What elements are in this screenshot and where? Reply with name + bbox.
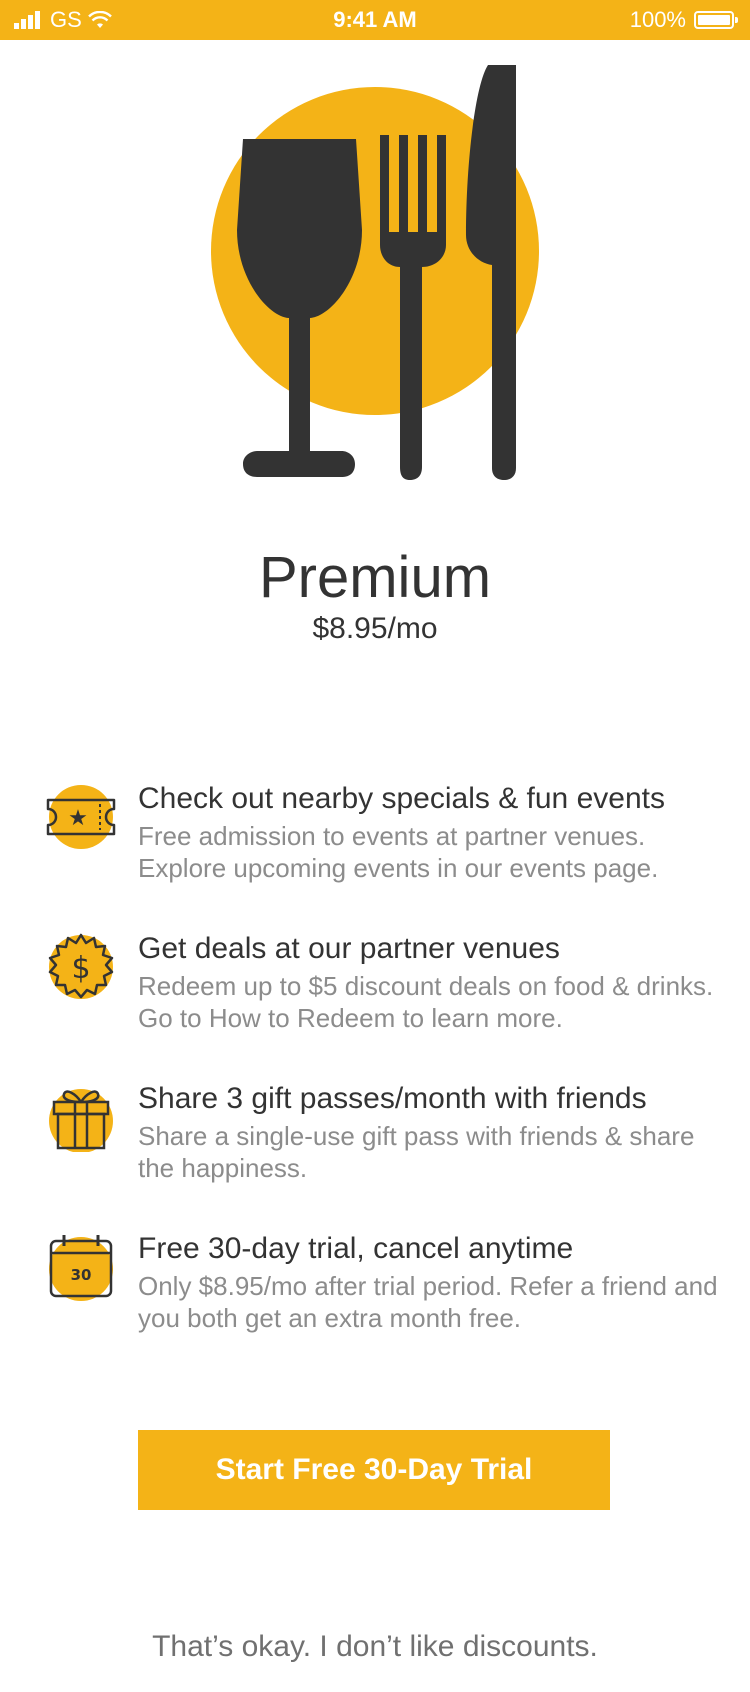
feature-title: Free 30-day trial, cancel anytime [138,1232,574,1265]
wine-glass-fork-knife-icon [211,65,539,480]
feature-description: Only $8.95/mo after trial period. Refer … [138,1271,718,1333]
svg-text:★: ★ [68,806,88,831]
gift-icon [49,1089,113,1152]
ticket-star-icon: ★ [46,785,116,849]
svg-text:$: $ [71,951,90,986]
list-item: $ Get deals at our partner venues Redeem… [0,930,750,1050]
list-item: Share 3 gift passes/month with friends S… [0,1080,750,1200]
status-bar: GS 9:41 AM 100% [0,0,750,40]
calendar-icon: 30 [49,1235,113,1301]
feature-description: Share a single-use gift pass with friend… [138,1121,695,1183]
feature-description: Free admission to events at partner venu… [138,821,659,883]
battery-percent: 100% [629,7,686,32]
start-trial-button[interactable]: Start Free 30-Day Trial [138,1430,610,1510]
feature-title: Get deals at our partner venues [138,932,560,965]
plan-price: $8.95/mo [312,612,438,645]
battery-icon [694,11,738,29]
status-right: 100% [629,0,738,40]
decline-link[interactable]: That’s okay. I don’t like discounts. [0,1630,750,1664]
plan-name: Premium [258,545,492,610]
feature-description: Redeem up to $5 discount deals on food &… [138,971,714,1033]
calendar-number: 30 [71,1266,92,1284]
feature-title: Share 3 gift passes/month with friends [138,1082,647,1115]
list-item: ★ Check out nearby specials & fun events… [0,780,750,900]
feature-title: Check out nearby specials & fun events [138,782,665,815]
list-item: 30 Free 30-day trial, cancel anytime Onl… [0,1230,750,1350]
dollar-badge-icon: $ [48,933,114,999]
